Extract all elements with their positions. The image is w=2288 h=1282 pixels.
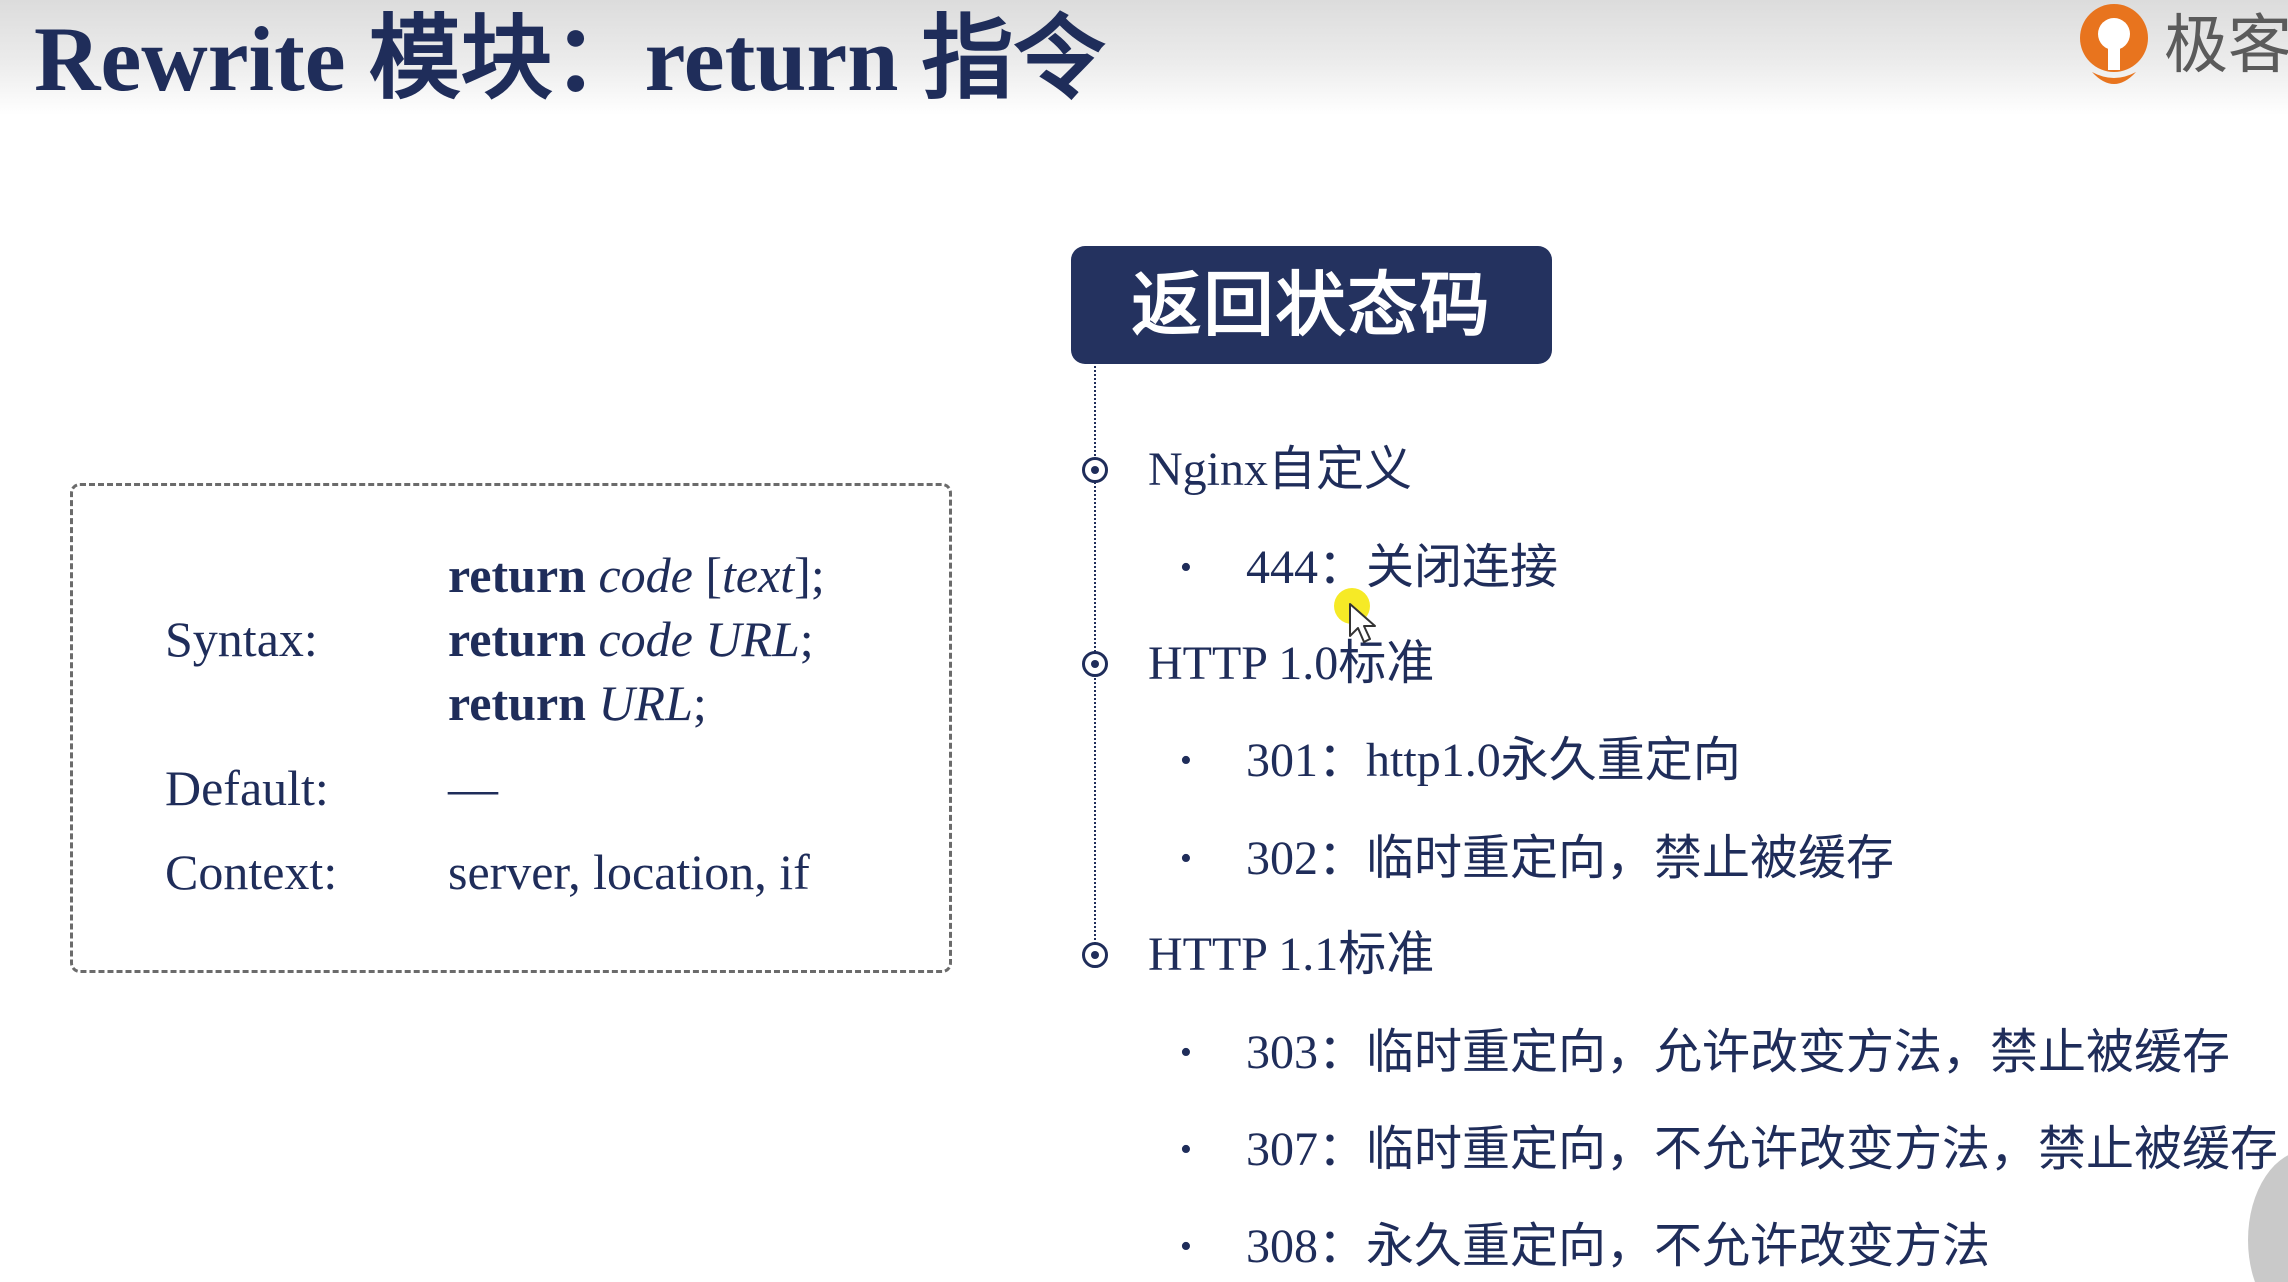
syntax-arg: URL xyxy=(598,675,693,731)
bullet-icon: • xyxy=(1180,741,1192,779)
syntax-line-2: return code URL; xyxy=(448,609,814,669)
slide-title: Rewrite 模块：return 指令 xyxy=(34,8,1106,110)
status-desc: 永久重定向，不允许改变方法 xyxy=(1366,1218,1991,1274)
context-label: Context: xyxy=(165,844,338,900)
category-http11: HTTP 1.1标准 xyxy=(1148,928,1435,981)
status-code: 303 xyxy=(1246,1026,1318,1079)
bullet-icon: • xyxy=(1180,548,1192,586)
context-value: server, location, if xyxy=(448,844,810,900)
timeline-dot-icon xyxy=(1082,651,1108,677)
status-code: 302 xyxy=(1246,832,1318,885)
syntax-label: Syntax: xyxy=(165,611,318,667)
mouse-cursor-icon xyxy=(1334,588,1376,643)
syntax-bracket: [ xyxy=(692,547,722,603)
syntax-tail: ; xyxy=(799,611,814,667)
bullet-icon: • xyxy=(1180,1130,1192,1168)
slide: Rewrite 模块：return 指令 极客 Syntax: return c… xyxy=(0,0,2288,1282)
status-sep: ： xyxy=(1318,832,1367,885)
status-code: 308 xyxy=(1246,1220,1318,1273)
status-item-301: • 301：http1.0永久重定向 xyxy=(1180,731,1741,795)
bullet-icon: • xyxy=(1180,1033,1192,1071)
syntax-keyword: return xyxy=(448,675,586,731)
syntax-arg: code xyxy=(598,547,693,603)
category-http10: HTTP 1.0标准 xyxy=(1148,637,1435,690)
status-item-308: • 308：永久重定向，不允许改变方法 xyxy=(1180,1216,1990,1281)
syntax-keyword: return xyxy=(448,547,586,603)
logo-text: 极客 xyxy=(2164,9,2288,83)
status-item-302: • 302：临时重定向，禁止被缓存 xyxy=(1180,828,1894,893)
status-sep: ： xyxy=(1318,1123,1367,1176)
status-code: 301 xyxy=(1246,734,1318,787)
status-sep: ： xyxy=(1318,1220,1367,1273)
timeline-dot-icon xyxy=(1082,457,1108,483)
syntax-tail: ]; xyxy=(794,547,825,603)
bullet-icon: • xyxy=(1180,839,1192,877)
syntax-arg: text xyxy=(722,547,795,603)
status-item-303: • 303：临时重定向，允许改变方法，禁止被缓存 xyxy=(1180,1022,2230,1087)
bullet-icon: • xyxy=(1180,1227,1192,1265)
status-item-307: • 307：临时重定向，不允许改变方法，禁止被缓存 xyxy=(1180,1119,2278,1184)
status-desc: 临时重定向，禁止被缓存 xyxy=(1366,830,1895,886)
syntax-tail: ; xyxy=(692,675,707,731)
status-codes-header: 返回状态码 xyxy=(1071,246,1552,364)
status-desc: 关闭连接 xyxy=(1366,539,1559,595)
status-code: 444 xyxy=(1246,541,1318,594)
title-bar: Rewrite 模块：return 指令 xyxy=(0,0,2288,115)
syntax-line-1: return code [text]; xyxy=(448,545,825,605)
timeline-dot-icon xyxy=(1082,942,1108,968)
status-sep: ： xyxy=(1318,1026,1367,1079)
syntax-keyword: return xyxy=(448,611,586,667)
status-desc: http1.0永久重定向 xyxy=(1366,734,1741,787)
default-label: Default: xyxy=(165,760,329,816)
default-value: — xyxy=(448,760,498,816)
geektime-logo-icon xyxy=(2080,4,2148,84)
status-code: 307 xyxy=(1246,1123,1318,1176)
syntax-box: Syntax: return code [text]; return code … xyxy=(70,483,952,973)
status-sep: ： xyxy=(1318,734,1367,787)
category-nginx: Nginx自定义 xyxy=(1148,443,1413,496)
syntax-line-3: return URL; xyxy=(448,673,707,733)
syntax-arg: code URL xyxy=(598,611,800,667)
status-desc: 临时重定向，允许改变方法，禁止被缓存 xyxy=(1366,1024,2231,1080)
status-desc: 临时重定向，不允许改变方法，禁止被缓存 xyxy=(1366,1121,2279,1177)
